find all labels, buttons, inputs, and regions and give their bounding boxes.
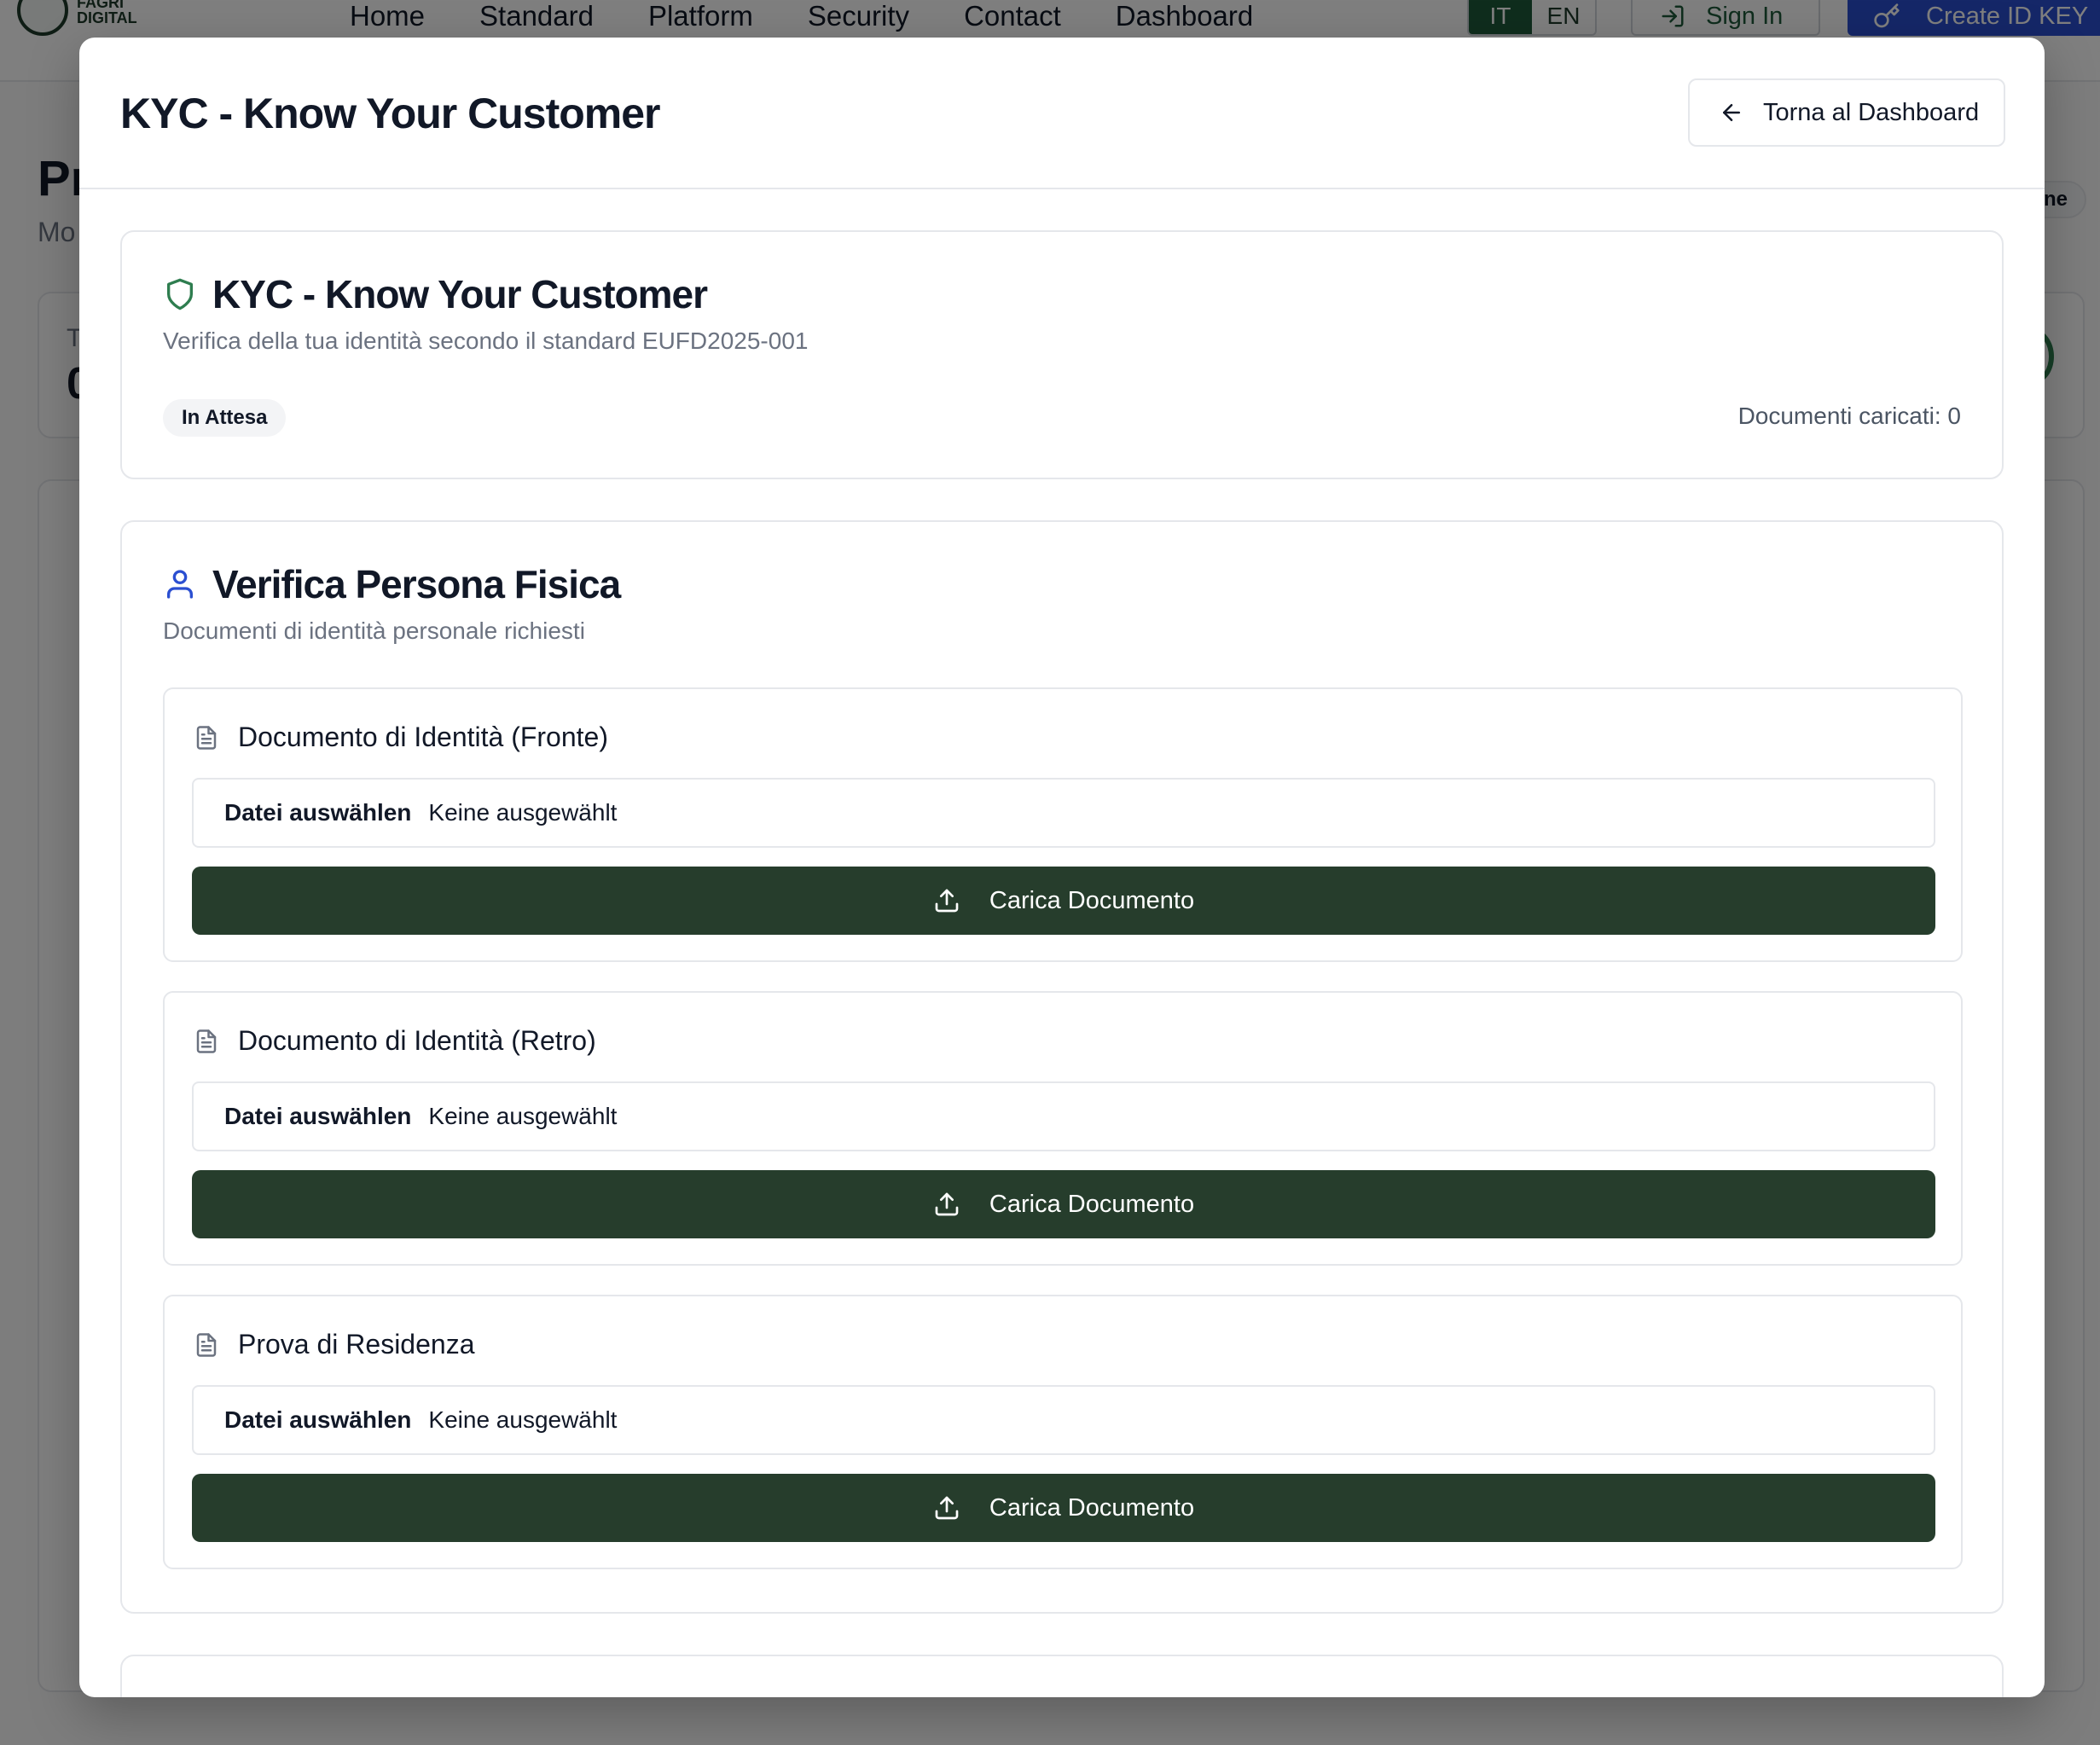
upload-document-label: Carica Documento <box>989 886 1195 914</box>
persona-description: Documenti di identità personale richiest… <box>163 617 585 644</box>
upload-icon <box>935 889 959 913</box>
document-label: Documento di Identità (Fronte) <box>238 722 608 752</box>
file-status-text: Keine ausgewählt <box>428 799 618 826</box>
document-label: Documento di Identità (Retro) <box>238 1025 596 1056</box>
file-input[interactable]: Datei auswählen Keine ausgewählt <box>192 1081 1935 1151</box>
file-text-icon <box>196 1029 217 1053</box>
kyc-status-card: KYC - Know Your Customer Verifica della … <box>120 230 2004 479</box>
shield-icon <box>167 278 193 310</box>
upload-document-button[interactable]: Carica Documento <box>192 1170 1935 1238</box>
status-badge: In Attesa <box>163 399 287 437</box>
upload-icon <box>935 1192 959 1216</box>
user-icon <box>167 570 193 599</box>
file-text-icon <box>196 1332 217 1357</box>
upload-document-label: Carica Documento <box>989 1190 1195 1218</box>
file-text-icon <box>196 725 217 750</box>
document-upload-card: Prova di Residenza Datei auswählen Keine… <box>163 1295 1963 1569</box>
modal-body[interactable]: KYC - Know Your Customer Verifica della … <box>79 191 2045 1697</box>
choose-file-button[interactable]: Datei auswählen <box>224 1103 411 1130</box>
persona-header: Verifica Persona Fisica <box>163 561 621 607</box>
upload-document-button[interactable]: Carica Documento <box>192 867 1935 935</box>
file-status-text: Keine ausgewählt <box>428 1103 618 1129</box>
file-status-text: Keine ausgewählt <box>428 1406 618 1433</box>
back-to-dashboard-button[interactable]: Torna al Dashboard <box>1688 78 2005 147</box>
persona-verification-card: Verifica Persona Fisica Documenti di ide… <box>120 520 2004 1614</box>
choose-file-button[interactable]: Datei auswählen <box>224 1406 411 1434</box>
document-upload-header: Documento di Identità (Fronte) <box>194 722 608 753</box>
document-label: Prova di Residenza <box>238 1329 475 1359</box>
kyc-status-description: Verifica della tua identità secondo il s… <box>163 328 809 354</box>
kyc-status-title: KYC - Know Your Customer <box>212 272 708 316</box>
document-upload-card: Documento di Identità (Fronte) Datei aus… <box>163 687 1963 962</box>
upload-icon <box>935 1496 959 1520</box>
document-upload-card: Documento di Identità (Retro) Datei ausw… <box>163 991 1963 1266</box>
document-upload-header: Prova di Residenza <box>194 1329 474 1360</box>
modal-header: KYC - Know Your Customer Torna al Dashbo… <box>79 38 2045 189</box>
documents-uploaded-count: Documenti caricati: 0 <box>1737 403 1961 429</box>
document-upload-header: Documento di Identità (Retro) <box>194 1025 596 1057</box>
upload-document-button[interactable]: Carica Documento <box>192 1474 1935 1542</box>
persona-title: Verifica Persona Fisica <box>212 562 621 606</box>
kyc-modal: KYC - Know Your Customer Torna al Dashbo… <box>79 38 2045 1697</box>
file-input[interactable]: Datei auswählen Keine ausgewählt <box>192 1385 1935 1455</box>
upload-document-label: Carica Documento <box>989 1493 1195 1522</box>
back-button-label: Torna al Dashboard <box>1763 98 1980 126</box>
kyc-status-header: KYC - Know Your Customer <box>163 271 708 317</box>
modal-title: KYC - Know Your Customer <box>120 90 661 137</box>
file-input[interactable]: Datei auswählen Keine ausgewählt <box>192 778 1935 848</box>
choose-file-button[interactable]: Datei auswählen <box>224 799 411 826</box>
arrow-left-icon <box>1723 104 1740 121</box>
next-section-card <box>120 1655 2004 1697</box>
